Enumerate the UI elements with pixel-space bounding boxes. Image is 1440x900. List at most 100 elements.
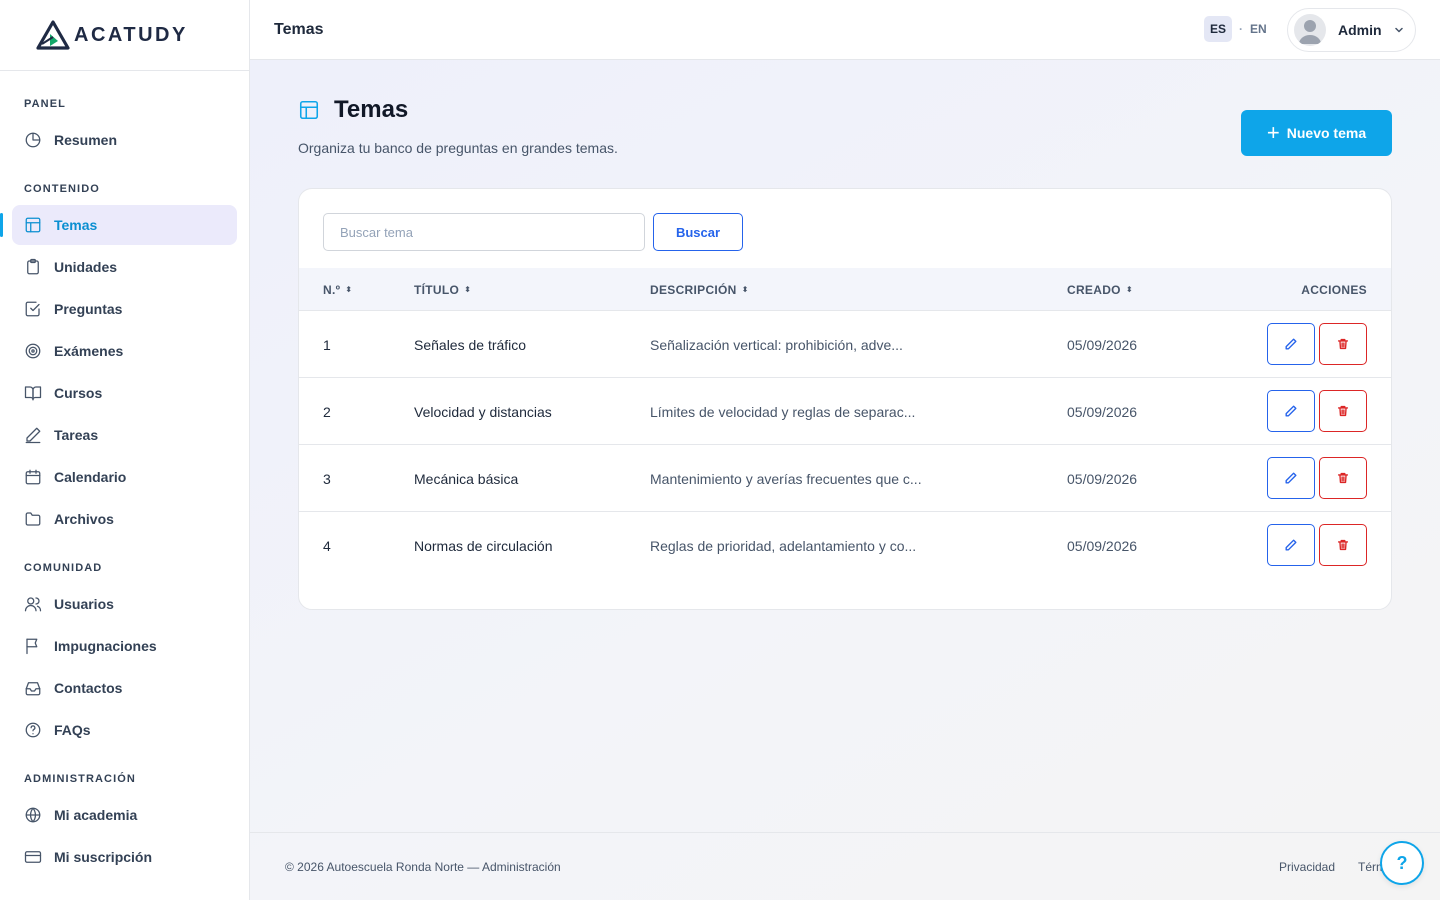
cell-description: Mantenimiento y averías frecuentes que c… (650, 470, 922, 487)
user-name: Admin (1338, 22, 1382, 38)
sidebar-item-impugnaciones[interactable]: Impugnaciones (12, 626, 237, 666)
pencil-icon (1285, 338, 1297, 350)
sidebar-item-label: Usuarios (54, 596, 114, 612)
sidebar-item-unidades[interactable]: Unidades (12, 247, 237, 287)
column-label: DESCRIPCIÓN (650, 282, 737, 297)
sidebar-item-label: Exámenes (54, 343, 124, 359)
lang-separator: · (1239, 22, 1244, 36)
sidebar-item-examenes[interactable]: Exámenes (12, 331, 237, 371)
privacy-link[interactable]: Privacidad (1279, 860, 1335, 874)
column-header-description[interactable]: DESCRIPCIÓN ⬍ (650, 268, 749, 311)
sidebar-item-contactos[interactable]: Contactos (12, 668, 237, 708)
check-square-icon (24, 300, 42, 318)
sidebar-item-archivos[interactable]: Archivos (12, 499, 237, 539)
column-header-num[interactable]: N.º ⬍ (323, 268, 352, 311)
sidebar-item-tareas[interactable]: Tareas (12, 415, 237, 455)
sidebar-item-cursos[interactable]: Cursos (12, 373, 237, 413)
pencil-icon (1285, 405, 1297, 417)
column-header-actions: ACCIONES (1301, 268, 1367, 311)
search-input[interactable] (323, 213, 645, 251)
cell-num: 4 (323, 537, 331, 554)
topbar-title: Temas (274, 20, 324, 38)
sidebar-item-label: Contactos (54, 680, 123, 696)
calendar-icon (24, 468, 42, 486)
cell-created: 05/09/2026 (1067, 336, 1138, 353)
sort-icon: ⬍ (464, 284, 472, 294)
sidebar-item-label: Mi suscripción (54, 849, 153, 865)
sidebar-item-faqs[interactable]: FAQs (12, 710, 237, 750)
language-switcher: ES · EN (1204, 16, 1267, 42)
cell-num: 1 (323, 336, 331, 353)
sidebar-item-label: Cursos (54, 385, 103, 401)
trash-icon (1337, 338, 1349, 350)
sidebar-item-label: Temas (54, 217, 98, 233)
footer-copyright: © 2026 Autoescuela Ronda Norte — Adminis… (285, 859, 561, 874)
sort-icon: ⬍ (1125, 284, 1133, 294)
users-icon (24, 595, 42, 613)
layout-icon (298, 99, 320, 121)
sidebar-item-label: FAQs (54, 722, 91, 738)
sidebar-item-mi-suscripcion[interactable]: Mi suscripción (12, 837, 237, 877)
page-title-text: Temas (334, 96, 409, 123)
column-header-title[interactable]: TÍTULO ⬍ (414, 268, 471, 311)
search-button[interactable]: Buscar (653, 213, 743, 251)
cell-description: Señalización vertical: prohibición, adve… (650, 336, 903, 353)
edit-button[interactable] (1267, 390, 1315, 432)
footer: © 2026 Autoescuela Ronda Norte — Adminis… (250, 832, 1440, 900)
topics-card: Buscar N.º ⬍ TÍTULO ⬍ DESCRIPCIÓN ⬍ CREA… (298, 188, 1392, 610)
clipboard-icon (24, 258, 42, 276)
lang-en-button[interactable]: EN (1250, 22, 1267, 36)
cell-title: Normas de circulación (414, 537, 553, 554)
trash-icon (1337, 405, 1349, 417)
column-header-created[interactable]: CREADO ⬍ (1067, 268, 1133, 311)
pencil-icon (1285, 539, 1297, 551)
cell-description: Reglas de prioridad, adelantamiento y co… (650, 537, 917, 554)
section-title-administracion: ADMINISTRACIÓN (24, 773, 136, 785)
section-title-comunidad: COMUNIDAD (24, 562, 103, 574)
table-row: 1 Señales de tráfico Señalización vertic… (299, 311, 1391, 378)
sidebar: ACATUDY PANEL Resumen CONTENIDO Temas Un… (0, 0, 250, 900)
lang-es-button[interactable]: ES (1204, 16, 1233, 42)
delete-button[interactable] (1319, 323, 1367, 365)
sidebar-item-usuarios[interactable]: Usuarios (12, 584, 237, 624)
sidebar-item-label: Calendario (54, 469, 127, 485)
brand-logo[interactable]: ACATUDY (0, 0, 249, 71)
user-menu[interactable]: Admin (1287, 8, 1416, 52)
sidebar-item-label: Tareas (54, 427, 99, 443)
sidebar-item-resumen[interactable]: Resumen (12, 120, 237, 160)
sidebar-item-mi-academia[interactable]: Mi academia (12, 795, 237, 835)
help-button[interactable]: ? (1380, 841, 1424, 885)
sort-icon: ⬍ (345, 284, 353, 294)
delete-button[interactable] (1319, 390, 1367, 432)
table-header: N.º ⬍ TÍTULO ⬍ DESCRIPCIÓN ⬍ CREADO ⬍ AC… (299, 268, 1391, 311)
sidebar-item-label: Resumen (54, 132, 118, 148)
column-label: ACCIONES (1301, 282, 1367, 297)
sidebar-item-label: Preguntas (54, 301, 123, 317)
edit-button[interactable] (1267, 457, 1315, 499)
logo-text: ACATUDY (74, 23, 188, 46)
section-title-panel: PANEL (24, 98, 66, 110)
page-header: Temas Organiza tu banco de preguntas en … (298, 96, 618, 156)
cell-title: Señales de tráfico (414, 336, 527, 353)
sidebar-item-temas[interactable]: Temas (0, 205, 237, 245)
sidebar-item-label: Impugnaciones (54, 638, 157, 654)
new-topic-button[interactable]: + Nuevo tema (1241, 110, 1392, 156)
edit-button[interactable] (1267, 323, 1315, 365)
cell-description: Límites de velocidad y reglas de separac… (650, 403, 916, 420)
sidebar-item-calendario[interactable]: Calendario (12, 457, 237, 497)
sort-icon: ⬍ (741, 284, 749, 294)
sidebar-item-preguntas[interactable]: Preguntas (12, 289, 237, 329)
edit-button[interactable] (1267, 524, 1315, 566)
delete-button[interactable] (1319, 524, 1367, 566)
table-row: 3 Mecánica básica Mantenimiento y avería… (299, 445, 1391, 512)
delete-button[interactable] (1319, 457, 1367, 499)
trash-icon (1337, 472, 1349, 484)
new-topic-label: Nuevo tema (1286, 125, 1367, 141)
folder-icon (24, 510, 42, 528)
user-avatar-icon (1299, 20, 1321, 44)
topbar: Temas ES · EN Admin (250, 0, 1440, 60)
sidebar-nav: PANEL Resumen CONTENIDO Temas Unidades P… (0, 71, 249, 877)
table-row: 4 Normas de circulación Reglas de priori… (299, 512, 1391, 579)
avatar (1294, 14, 1326, 46)
cell-created: 05/09/2026 (1067, 403, 1138, 420)
